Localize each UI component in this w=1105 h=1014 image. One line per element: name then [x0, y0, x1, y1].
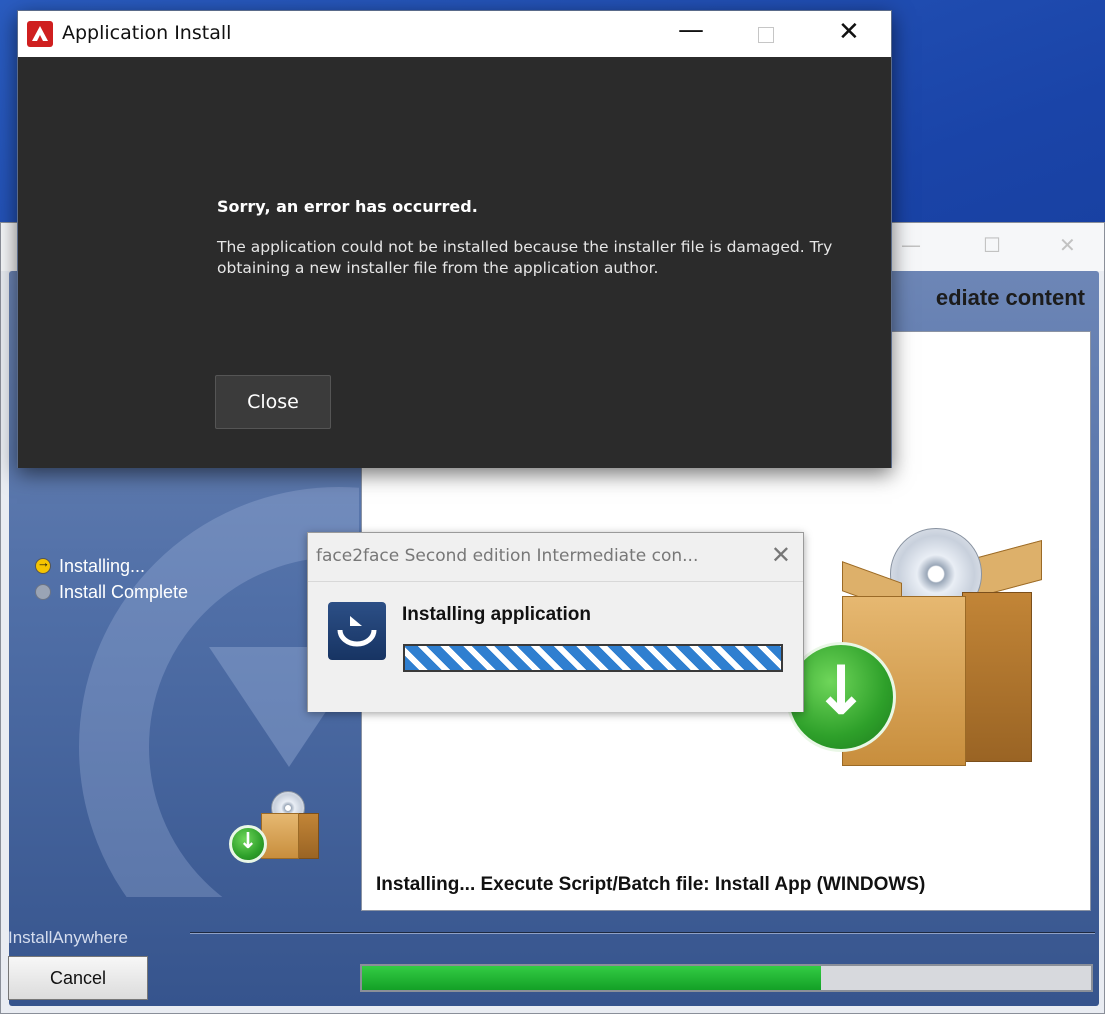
cancel-button[interactable]: Cancel — [8, 956, 148, 1000]
install-progress-fill — [362, 966, 822, 990]
minimize-icon[interactable]: — — [678, 15, 704, 45]
window-titlebar: Application Install — ✕ — [18, 11, 891, 57]
error-message: The application could not be installed b… — [217, 238, 833, 277]
small-package-icon: ↓ — [229, 787, 329, 867]
step-installing: Installing... — [35, 553, 188, 579]
installer-header-title: ediate content — [935, 285, 1085, 310]
adobe-air-logo-icon — [27, 21, 53, 47]
error-heading: Sorry, an error has occurred. — [217, 197, 478, 216]
pending-step-icon — [35, 584, 51, 600]
window-title: Application Install — [62, 22, 232, 44]
close-icon[interactable]: ✕ — [771, 541, 791, 569]
dialog-body: Installing application — [308, 581, 803, 712]
close-button[interactable]: Close — [215, 375, 331, 429]
air-installer-icon — [328, 602, 386, 660]
maximize-icon[interactable] — [758, 27, 774, 43]
installing-application-dialog: face2face Second edition Intermediate co… — [307, 532, 804, 712]
close-icon[interactable]: ✕ — [1059, 233, 1076, 257]
footer-divider — [190, 932, 1095, 934]
install-steps: Installing... Install Complete — [35, 553, 188, 605]
active-step-icon — [35, 555, 51, 574]
dialog-heading: Installing application — [402, 604, 591, 625]
close-icon[interactable]: ✕ — [838, 17, 860, 47]
error-content: Sorry, an error has occurred. The applic… — [18, 57, 891, 468]
step-label: Installing... — [59, 555, 146, 576]
step-install-complete: Install Complete — [35, 579, 188, 605]
application-install-window: Application Install — ✕ Sorry, an error … — [17, 10, 892, 468]
maximize-icon[interactable]: ☐ — [983, 233, 1001, 257]
step-label: Install Complete — [59, 581, 189, 602]
installanywhere-label: InstallAnywhere — [8, 928, 129, 947]
install-progress-bar — [360, 964, 1093, 992]
minimize-icon[interactable]: — — [901, 233, 921, 257]
indeterminate-progress-bar — [403, 644, 783, 672]
install-status-text: Installing... Execute Script/Batch file:… — [376, 874, 926, 895]
desktop: — ☐ ✕ ediate content Installing... Insta… — [0, 0, 1105, 1014]
package-illustration-icon: ↓ — [786, 512, 1062, 772]
dialog-title: face2face Second edition Intermediate co… — [316, 546, 699, 566]
